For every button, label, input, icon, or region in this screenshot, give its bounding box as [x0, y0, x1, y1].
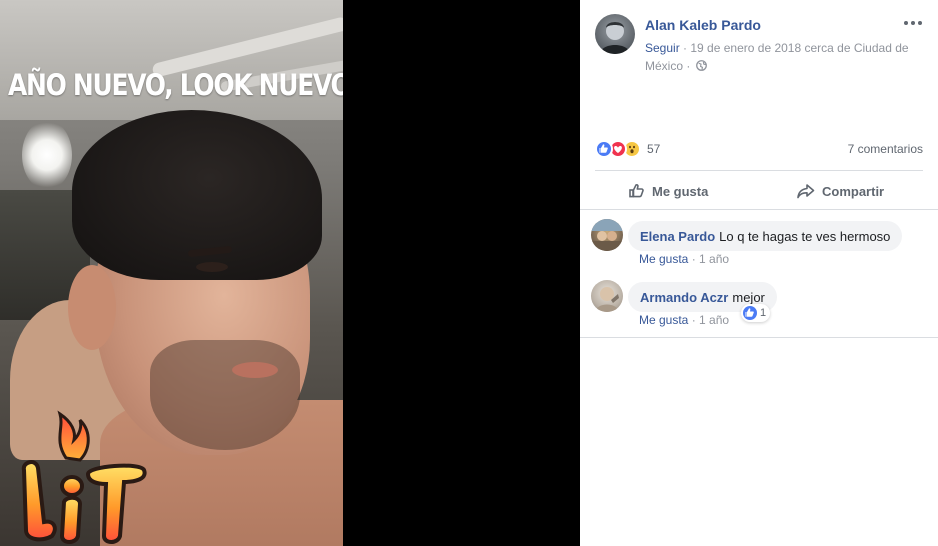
comment-like-link[interactable]: Me gusta: [639, 252, 688, 266]
like-button-label: Me gusta: [652, 183, 709, 199]
photo-beard: [150, 340, 300, 450]
comment-actions: Me gusta · 1 año: [639, 313, 729, 327]
comment-timestamp[interactable]: 1 año: [699, 252, 729, 266]
post-panel: Alan Kaleb Pardo Seguir · 19 de enero de…: [580, 0, 938, 546]
photo-ear: [68, 265, 116, 350]
thumbs-up-icon: [629, 184, 644, 198]
more-options-icon[interactable]: [902, 15, 924, 31]
comment-action-separator: ·: [691, 252, 696, 266]
comment-timestamp[interactable]: 1 año: [699, 313, 729, 327]
comment-reaction-badge[interactable]: 1: [741, 304, 771, 322]
comment-action-separator: ·: [691, 313, 696, 327]
photo-eye: [196, 262, 228, 272]
lit-sticker-icon: [21, 410, 147, 544]
commenter-name[interactable]: Armando Aczr: [640, 290, 728, 305]
author-avatar-image: [600, 22, 630, 54]
comment-text: mejor: [732, 289, 765, 305]
photo-lips: [232, 362, 278, 378]
photo-viewer: AÑO NUEVO, LOOK NUEVO.: [0, 0, 580, 546]
author-name[interactable]: Alan Kaleb Pardo: [645, 17, 761, 33]
author-avatar[interactable]: [595, 14, 635, 54]
divider: [580, 209, 938, 210]
share-button[interactable]: Compartir: [796, 178, 884, 204]
commenter-name[interactable]: Elena Pardo: [640, 229, 715, 244]
share-button-label: Compartir: [822, 183, 885, 199]
globe-icon[interactable]: [695, 60, 707, 71]
comment-actions: Me gusta · 1 año: [639, 252, 729, 266]
meta-separator-2: ·: [686, 59, 691, 73]
reactions-summary[interactable]: 57: [595, 139, 660, 159]
photo-lamp-glow: [22, 120, 72, 190]
like-reaction-icon: [595, 140, 613, 158]
photo-caption: AÑO NUEVO, LOOK NUEVO.: [8, 68, 343, 102]
commenter-avatar-image: [591, 219, 623, 251]
like-button[interactable]: Me gusta: [628, 178, 708, 204]
like-reaction-icon: [743, 306, 757, 320]
divider: [580, 337, 938, 338]
comment-like-link[interactable]: Me gusta: [639, 313, 688, 327]
commenter-avatar[interactable]: [591, 280, 623, 312]
reaction-count: 57: [647, 142, 661, 156]
comment-bubble: Elena Pardo Lo q te hagas te ves hermoso: [628, 221, 903, 251]
post-meta: Seguir · 19 de enero de 2018 cerca de Ci…: [645, 39, 925, 75]
comment-reaction-count: 1: [760, 307, 767, 319]
follow-link[interactable]: Seguir: [645, 41, 680, 55]
divider: [595, 170, 923, 171]
share-arrow-icon: [797, 184, 815, 199]
comments-count-link[interactable]: 7 comentarios: [848, 142, 923, 156]
post-photo[interactable]: AÑO NUEVO, LOOK NUEVO.: [0, 0, 343, 546]
commenter-avatar-image: [595, 287, 619, 312]
meta-separator: ·: [683, 41, 688, 55]
comment-text: Lo q te hagas te ves hermoso: [719, 228, 891, 244]
commenter-avatar[interactable]: [591, 219, 623, 251]
